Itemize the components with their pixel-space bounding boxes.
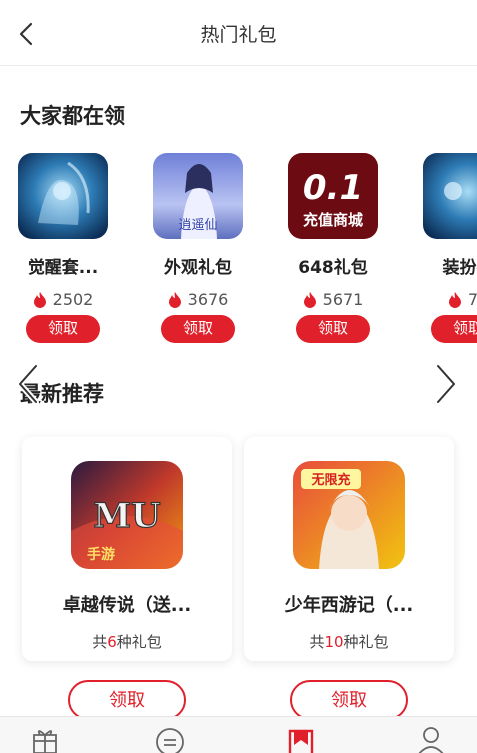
claim-count-value: 5671: [322, 290, 364, 309]
claim-button[interactable]: 领取: [26, 315, 100, 343]
gift-name: 觉醒套...: [27, 258, 99, 278]
claim-count: 3676: [148, 290, 248, 309]
gift-name: 外观礼包: [164, 258, 232, 278]
thumb-logo-text: 手游: [87, 546, 115, 563]
game-thumbnail[interactable]: [18, 153, 108, 239]
gift-count-prefix: 共: [309, 633, 325, 651]
claim-count: 74: [418, 290, 477, 309]
gift-item[interactable]: 觉醒套... 2502 领取: [13, 150, 113, 343]
game-thumbnail[interactable]: [423, 153, 477, 239]
claim-button[interactable]: 领取: [68, 680, 186, 720]
claim-button[interactable]: 领取: [290, 680, 408, 720]
thumb-logo-text: 无限充: [310, 472, 350, 488]
game-name: 卓越传说（送...: [62, 595, 192, 616]
chevron-left-icon[interactable]: [14, 362, 44, 406]
gift-name: 装扮礼: [442, 258, 477, 278]
thumb-logo-text: MU: [93, 496, 160, 536]
popular-gift-carousel[interactable]: 觉醒套... 2502 领取 逍遥仙 外观礼包 3676 领取 0.1 充值商城…: [0, 150, 477, 350]
fire-icon: [448, 291, 461, 308]
game-thumbnail[interactable]: 0.1 充值商城: [288, 153, 378, 239]
fire-icon: [168, 291, 181, 308]
fire-icon: [33, 291, 46, 308]
gift-count-prefix: 共: [92, 633, 108, 651]
gift-name: 648礼包: [298, 258, 368, 278]
gift-item[interactable]: 0.1 充值商城 648礼包 5671 领取: [283, 150, 383, 343]
discover-tab-icon[interactable]: [155, 725, 185, 753]
claim-count: 2502: [13, 290, 113, 309]
game-card[interactable]: 无限充 少年西游记（... 共10种礼包: [244, 437, 454, 661]
section-title-popular: 大家都在领: [20, 104, 125, 128]
gift-item[interactable]: 逍遥仙 外观礼包 3676 领取: [148, 150, 248, 343]
gift-item[interactable]: 装扮礼 74 领取: [418, 150, 477, 343]
game-card[interactable]: MU 手游 卓越传说（送... 共6种礼包: [22, 437, 232, 661]
page-title: 热门礼包: [200, 24, 277, 46]
claim-button[interactable]: 领取: [296, 315, 370, 343]
game-name: 少年西游记（...: [284, 595, 414, 616]
thumb-logo-text: 0.1: [303, 168, 363, 208]
claim-count-value: 3676: [187, 290, 229, 309]
claim-count: 5671: [283, 290, 383, 309]
game-thumbnail[interactable]: MU 手游: [71, 461, 183, 569]
game-thumbnail[interactable]: 逍遥仙: [153, 153, 243, 239]
gift-count: 共10种礼包: [244, 631, 454, 652]
user-tab-icon[interactable]: [416, 725, 446, 753]
fire-icon: [303, 291, 316, 308]
game-thumbnail[interactable]: 无限充: [293, 461, 405, 569]
claim-button[interactable]: 领取: [161, 315, 235, 343]
gift-count-value: 6: [107, 633, 117, 651]
gift-count-suffix: 种礼包: [116, 633, 162, 651]
claim-count-value: 74: [467, 290, 477, 309]
bottom-tab-bar: [0, 716, 477, 753]
gift-tab-icon[interactable]: [30, 725, 60, 753]
gift-count: 共6种礼包: [22, 631, 232, 652]
gift-count-value: 10: [324, 633, 344, 651]
gift-count-suffix: 种礼包: [343, 633, 389, 651]
thumb-logo-text: 充值商城: [303, 211, 363, 229]
claim-button[interactable]: 领取: [431, 315, 477, 343]
bookmark-tab-icon[interactable]: [286, 725, 316, 753]
top-bar: 热门礼包: [0, 0, 477, 66]
claim-count-value: 2502: [52, 290, 94, 309]
chevron-right-icon[interactable]: [430, 362, 460, 406]
thumb-logo-text: 逍遥仙: [178, 218, 217, 233]
